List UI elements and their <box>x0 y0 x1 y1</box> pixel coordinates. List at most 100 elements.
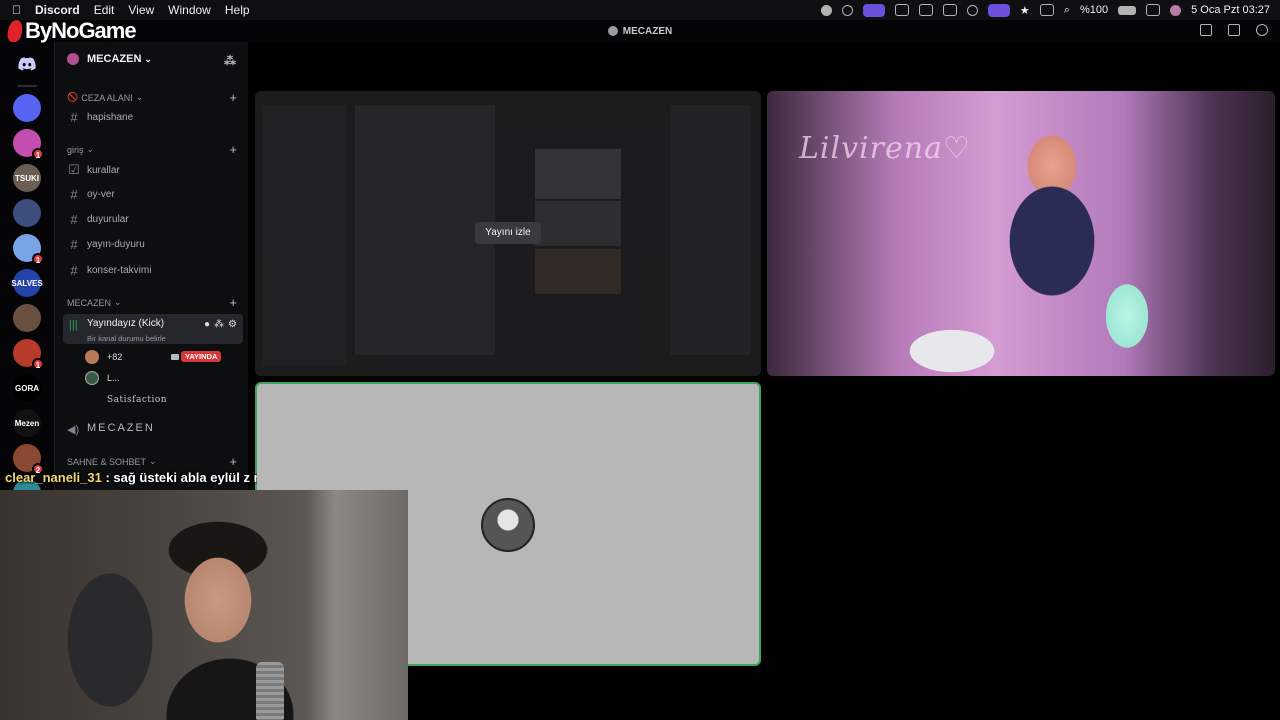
server-icon[interactable] <box>13 199 41 227</box>
channel-label: duyurular <box>87 214 129 225</box>
microphone-icon <box>256 662 284 720</box>
server-icon[interactable] <box>13 304 41 332</box>
search-icon[interactable]: ⌕ <box>1064 4 1070 17</box>
category-sahne-sohbet[interactable]: SAHNE & SOHBET ⌄ + <box>67 454 237 469</box>
chat-bubble-icon[interactable]: ● <box>204 319 210 330</box>
server-icon[interactable]: 1 <box>13 339 44 370</box>
add-channel-icon[interactable]: + <box>229 90 237 105</box>
stream-tile[interactable]: Yayını izle <box>255 91 761 376</box>
channel-oy-ver[interactable]: # oy-ver <box>67 187 114 202</box>
voice-member-group[interactable]: +82 <box>85 350 122 364</box>
menu-view[interactable]: View <box>128 3 154 17</box>
add-member-icon[interactable]: ⁂ <box>224 54 236 68</box>
voice-active-icon: ||| <box>69 319 78 331</box>
window-titlebar: MECAZEN <box>0 20 1280 42</box>
category-label: SAHNE & SOHBET <box>67 456 147 467</box>
channel-konser-takvimi[interactable]: # konser-takvimi <box>67 263 151 278</box>
server-icon[interactable]: 2 <box>13 444 44 475</box>
channel-label: kurallar <box>87 164 120 176</box>
add-channel-icon[interactable]: + <box>229 454 237 469</box>
clipboard-icon[interactable] <box>942 4 957 16</box>
server-icon[interactable]: TSUKI <box>13 164 41 192</box>
watch-stream-button[interactable]: Yayını izle <box>475 222 541 244</box>
hash-icon: # <box>70 187 78 202</box>
server-icon[interactable]: 1 <box>13 234 44 265</box>
voice-member[interactable]: L... <box>85 371 120 385</box>
satisfaction-label: Satisfaction <box>107 395 168 405</box>
server-icon[interactable]: GORA <box>13 374 41 402</box>
keyboard-icon[interactable] <box>1039 4 1054 16</box>
play-icon[interactable] <box>966 4 978 16</box>
grid-icon[interactable] <box>894 4 909 16</box>
voice-channel-status[interactable]: Bir kanal durumu belirle <box>87 334 166 343</box>
menu-edit[interactable]: Edit <box>94 3 115 17</box>
vpn-icon[interactable] <box>841 4 853 16</box>
server-icon[interactable]: Mezen <box>13 409 41 437</box>
category-label: MECAZEN <box>67 297 112 308</box>
help-icon[interactable] <box>1256 24 1268 36</box>
menu-app-name[interactable]: Discord <box>35 3 80 17</box>
chevron-down-icon: ⌄ <box>135 92 144 102</box>
hash-icon: # <box>70 212 78 227</box>
status-dot-icon[interactable] <box>820 4 832 16</box>
server-icon[interactable]: 1 <box>13 129 44 160</box>
channel-hapishane[interactable]: # hapishane <box>67 110 133 125</box>
category-label: giriş <box>67 144 84 155</box>
star-icon[interactable]: ★ <box>1020 4 1030 17</box>
streamer-webcam <box>0 490 408 720</box>
brand-text: ByNoGame <box>25 18 137 43</box>
chevron-down-icon: ⌄ <box>114 297 122 307</box>
guild-name: MECAZEN <box>87 53 142 65</box>
server-label: GORA <box>15 383 39 393</box>
voice-channel-yayindayiz[interactable]: ||| Yayındayız (Kick) Bir kanal durumu b… <box>63 314 243 344</box>
category-mecazen[interactable]: MECAZEN ⌄ + <box>67 295 237 310</box>
display-icon[interactable] <box>918 4 933 16</box>
server-label: SALVES <box>11 278 43 288</box>
avatar <box>481 498 535 552</box>
battery-icon[interactable] <box>1118 5 1137 15</box>
chevron-down-icon: ⌄ <box>86 144 95 154</box>
camera-tile[interactable]: Lilvirena♡ <box>767 91 1275 376</box>
guild-header[interactable]: MECAZEN ⌄ ⁂ <box>55 42 248 76</box>
screen-record-icon[interactable] <box>862 3 885 17</box>
category-ceza-alani[interactable]: 🚫 CEZA ALANI ⌄ + <box>67 90 237 105</box>
server-icon[interactable]: SALVES <box>11 269 43 297</box>
pip-icon[interactable] <box>1228 24 1240 36</box>
brand-overlay: ByNoGame <box>6 18 137 44</box>
server-icon[interactable] <box>13 94 41 122</box>
member-count: +82 <box>107 352 123 362</box>
battery-percent: %100 <box>1079 4 1109 16</box>
mention-badge: 1 <box>32 253 44 265</box>
channel-kurallar[interactable]: ☑ kurallar <box>67 162 120 178</box>
category-giris[interactable]: giriş ⌄ + <box>67 142 237 157</box>
settings-gear-icon[interactable]: ⚙ <box>228 319 237 330</box>
add-channel-icon[interactable]: + <box>229 295 237 310</box>
chat-overlay: clear_naneli_31 : sağ üsteki abla eylül … <box>5 470 257 485</box>
apple-icon[interactable]:  <box>12 3 21 17</box>
discord-home-icon[interactable] <box>13 50 41 78</box>
menu-help[interactable]: Help <box>225 3 250 17</box>
hash-icon: # <box>70 263 78 278</box>
inbox-icon[interactable] <box>1200 24 1212 36</box>
channel-duyurular[interactable]: # duyurular <box>67 212 129 227</box>
flame-logo-icon <box>6 20 24 42</box>
hash-icon: # <box>70 110 78 125</box>
menu-window[interactable]: Window <box>168 3 211 17</box>
live-badge: YAYINDA <box>181 351 222 362</box>
camera-icon <box>171 354 179 360</box>
channel-label: MECAZEN <box>87 422 155 434</box>
channel-label: konser-takvimi <box>87 265 152 276</box>
invite-icon[interactable]: ⁂ <box>214 319 224 330</box>
chat-message: : sağ üsteki abla eylül z mi <box>101 470 257 485</box>
add-channel-icon[interactable]: + <box>229 142 237 157</box>
channel-label: hapishane <box>87 112 134 123</box>
channel-yayin-duyuru[interactable]: # yayın-duyuru <box>67 237 144 252</box>
mention-badge: 1 <box>32 358 44 370</box>
control-center-icon[interactable] <box>1146 4 1161 16</box>
siri-icon[interactable] <box>1170 4 1182 16</box>
window-switch-icon[interactable] <box>987 3 1010 17</box>
channel-mecazen-voice[interactable]: ◀) MECAZEN <box>67 422 155 436</box>
clock[interactable]: 5 Oca Pzt 03:27 <box>1191 4 1270 16</box>
rail-separator <box>17 85 37 87</box>
member-name: L... <box>107 373 120 383</box>
